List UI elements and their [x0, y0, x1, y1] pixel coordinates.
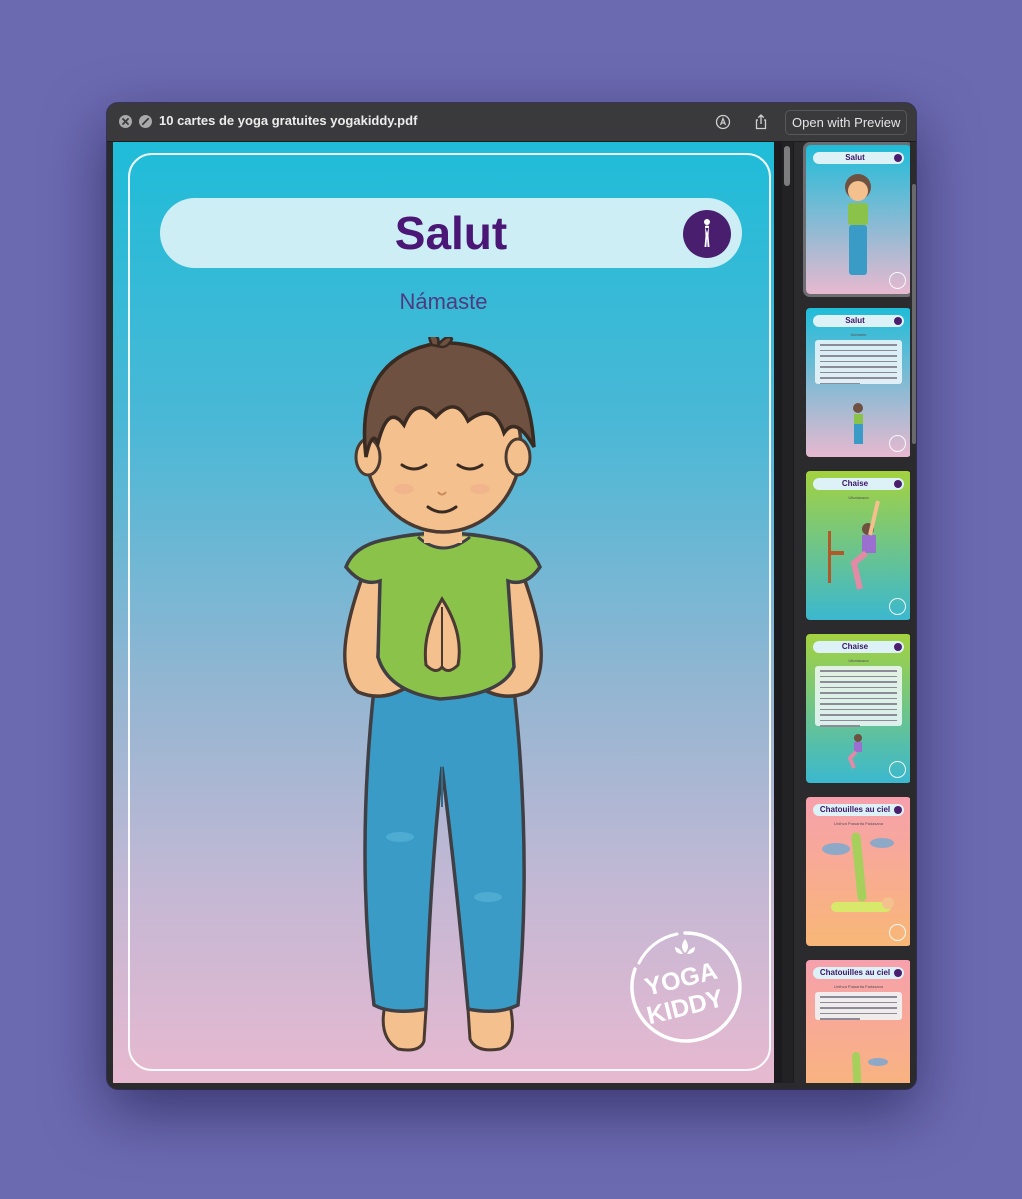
minimize-icon[interactable]: [139, 115, 152, 128]
markup-icon[interactable]: [713, 112, 733, 132]
open-with-preview-button[interactable]: Open with Preview: [785, 110, 908, 135]
page-thumbnail[interactable]: Salut: [803, 142, 910, 297]
thumbnail-logo: [889, 761, 906, 778]
page-thumbnail[interactable]: Chaise Utkatasana: [806, 634, 910, 783]
pdf-page[interactable]: Salut Námaste YOGA KIDDY: [113, 142, 774, 1083]
standing-pose-icon: [683, 210, 731, 258]
close-icon[interactable]: [119, 115, 132, 128]
sidebar-scrollbar-thumb[interactable]: [912, 184, 916, 444]
thumbnail-figure: [852, 1052, 888, 1083]
thumbnail-logo: [889, 435, 906, 452]
page-scrollbar[interactable]: [782, 142, 793, 1083]
card-subtitle: Námaste: [399, 289, 488, 314]
title-bar: 10 cartes de yoga gratuites yogakiddy.pd…: [107, 103, 916, 142]
quicklook-window: 10 cartes de yoga gratuites yogakiddy.pd…: [107, 103, 916, 1089]
page-thumbnail[interactable]: Salut Námaste: [806, 308, 910, 457]
thumbnail-sidebar: Salut Salut Námaste Chaise Utkatasana Chaise U…: [794, 142, 910, 1083]
yogakiddy-logo: YOGA KIDDY: [630, 931, 742, 1043]
thumbnail-logo: [889, 598, 906, 615]
content-area: Salut Námaste YOGA KIDDY Salut Salut Nám…: [113, 142, 916, 1083]
card-title: Salut: [394, 207, 508, 259]
window-title: 10 cartes de yoga gratuites yogakiddy.pd…: [159, 113, 418, 128]
thumbnail-logo: [889, 272, 906, 289]
card-title-bar: Salut: [160, 198, 742, 268]
page-thumbnail[interactable]: Chaise Utkatasana: [806, 471, 910, 620]
thumbnail-logo: [889, 924, 906, 941]
child-namaste-illustration: [343, 337, 543, 1052]
page-scrollbar-thumb[interactable]: [784, 146, 790, 186]
share-icon[interactable]: [751, 112, 771, 132]
page-thumbnail[interactable]: Chatouilles au ciel Urdhva Prasarita Pada…: [806, 960, 910, 1083]
page-thumbnail[interactable]: Chatouilles au ciel Urdhva Prasarita Pada…: [806, 797, 910, 946]
